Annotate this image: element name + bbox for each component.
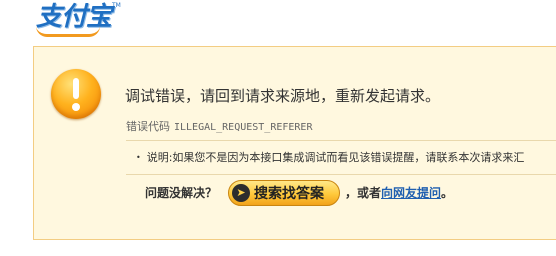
error-panel [33,46,556,240]
note-bullet: • [136,153,141,162]
error-code-value: ILLEGAL_REQUEST_REFERER [174,122,313,133]
arrow-right-icon: ➤ [232,184,250,202]
divider-bottom [126,174,556,175]
error-headline: 调试错误，请回到请求来源地，重新发起请求。 [125,87,441,105]
logo-trademark: TM [112,2,121,9]
warning-icon [51,69,101,119]
error-code-line: 错误代码 ILLEGAL_REQUEST_REFERER [126,120,312,135]
warning-icon-dot [72,103,80,111]
alipay-logo[interactable]: 支付宝 TM [36,2,121,37]
note-text: 说明:如果您不是因为本接口集成调试而看见该错误提醒，请联系本次请求来汇 [146,151,525,164]
search-answer-label: 搜索找答案 [254,186,324,202]
ask-netizens-link[interactable]: 向网友提问 [381,186,441,200]
or-text: ，或者 [345,186,382,200]
error-code-label: 错误代码 [126,120,170,133]
help-prompt: 问题没解决？ [145,186,218,200]
divider-top [126,140,556,141]
warning-icon-bar [73,78,79,99]
error-note: • 说明:如果您不是因为本接口集成调试而看见该错误提醒，请联系本次请求来汇 [136,151,524,165]
logo-swoosh [36,26,100,37]
search-answer-button[interactable]: ➤ 搜索找答案 [228,180,340,206]
sentence-end: 。 [441,186,454,200]
help-alternative: ，或者向网友提问。 [345,184,453,202]
